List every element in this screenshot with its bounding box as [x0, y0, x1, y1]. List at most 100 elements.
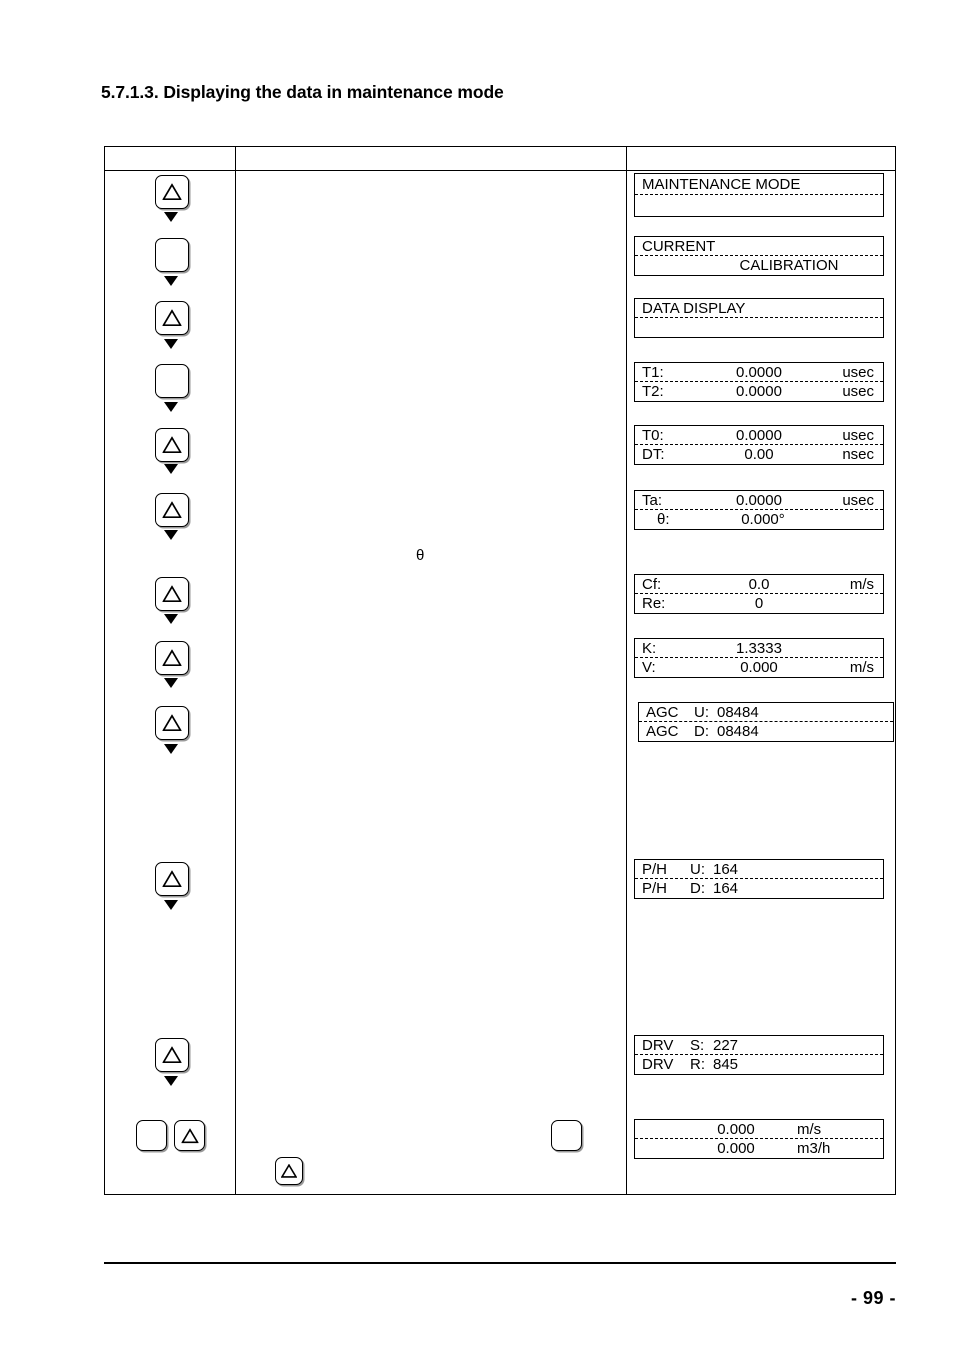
drv-display-top-label: DRV [642, 1036, 674, 1054]
triangle-up-icon [162, 585, 182, 603]
page-number: - 99 - [850, 1288, 896, 1308]
flow-rate-display-bottom-value: 0.000 [717, 1140, 755, 1157]
up-key-6[interactable] [155, 493, 189, 527]
ph-display-top-label: P/H [642, 860, 668, 878]
t1-t2-display-top-row: T1: 0.0000 usec [635, 363, 883, 382]
up-key-7[interactable] [155, 577, 189, 611]
up-key-10[interactable] [155, 862, 189, 896]
drv-display-bottom-label: DRV [642, 1056, 674, 1073]
flow-rate-display: 0.000 m/s 0.000 m3/h [634, 1119, 884, 1159]
enter-key-final-left[interactable] [136, 1120, 167, 1151]
triangle-up-icon [162, 714, 182, 732]
ph-display-bottom-row: P/H D: 164 [635, 879, 883, 898]
agc-display: AGC U: 08484 AGC D: 08484 [638, 702, 894, 742]
current-calibration-display-top-row: CURRENT [635, 237, 883, 256]
agc-display-top-sublabel: U: [694, 703, 709, 721]
flow-arrow-down-icon [164, 276, 178, 286]
t1-t2-display-bottom-row: T2: 0.0000 usec [635, 382, 883, 401]
cf-re-display-top-value: 0.0 [748, 575, 770, 593]
k-v-display-bottom-row: V: 0.000 m/s [635, 658, 883, 677]
flow-arrow-down-icon [164, 464, 178, 474]
triangle-up-icon [162, 436, 182, 454]
ta-theta-display-top-unit: usec [842, 491, 874, 509]
up-key-9[interactable] [155, 706, 189, 740]
agc-display-bottom-label: AGC [646, 723, 679, 740]
flow-rate-display-top-row: 0.000 m/s [635, 1120, 883, 1139]
flow-arrow-down-icon [164, 530, 178, 540]
enter-key-final-middle[interactable] [551, 1120, 582, 1151]
up-key-8[interactable] [155, 641, 189, 675]
t0-dt-display-top-row: T0: 0.0000 usec [635, 426, 883, 445]
agc-display-top-row: AGC U: 08484 [639, 703, 893, 722]
flow-rate-display-top-unit: m/s [797, 1120, 822, 1138]
up-key-final-left[interactable] [174, 1120, 205, 1151]
current-calibration-display-bottom-row: CALIBRATION [635, 256, 883, 275]
agc-display-top-label: AGC [646, 703, 679, 721]
t0-dt-display-bottom-unit: nsec [842, 446, 874, 463]
k-v-display-top-row: K: 1.3333 [635, 639, 883, 658]
triangle-up-icon [162, 501, 182, 519]
ta-theta-display-bottom-row: θ: 0.000° [635, 510, 883, 529]
enter-key-2[interactable] [155, 238, 189, 272]
flow-arrow-down-icon [164, 1076, 178, 1086]
section-heading: 5.7.1.3. Displaying the data in maintena… [101, 82, 504, 102]
column-divider-2 [626, 147, 627, 1194]
triangle-up-icon [162, 183, 182, 201]
table-header-row [105, 147, 895, 171]
flow-arrow-down-icon [164, 614, 178, 624]
t1-t2-display-top-unit: usec [842, 363, 874, 381]
drv-display-top-sublabel: S: [690, 1036, 705, 1054]
agc-display-bottom-row: AGC D: 08484 [639, 722, 893, 741]
t0-dt-display: T0: 0.0000 usec DT: 0.00 nsec [634, 425, 884, 465]
flow-arrow-down-icon [164, 402, 178, 412]
up-key-bottom-middle[interactable] [275, 1157, 303, 1185]
up-key-1[interactable] [155, 175, 189, 209]
ph-display-bottom-sublabel: D: [690, 880, 705, 897]
flow-arrow-down-icon [164, 678, 178, 688]
triangle-up-icon [181, 1128, 198, 1143]
cf-re-display: Cf: 0.0 m/s Re: 0 [634, 574, 884, 614]
flow-arrow-down-icon [164, 339, 178, 349]
drv-display-top-value: 227 [713, 1036, 739, 1054]
cf-re-display-bottom-row: Re: 0 [635, 594, 883, 613]
ph-display: P/H U: 164 P/H D: 164 [634, 859, 884, 899]
data-display-display-top-row: DATA DISPLAY [635, 299, 883, 318]
triangle-up-icon [281, 1164, 297, 1178]
drv-display-bottom-row: DRV R: 845 [635, 1055, 883, 1074]
column-divider-1 [235, 147, 236, 1194]
up-key-11[interactable] [155, 1038, 189, 1072]
triangle-up-icon [162, 649, 182, 667]
flow-rate-display-bottom-unit: m3/h [797, 1140, 831, 1157]
t0-dt-display-top-unit: usec [842, 426, 874, 444]
cf-re-display-bottom-value: 0 [754, 595, 764, 612]
cf-re-display-top-row: Cf: 0.0 m/s [635, 575, 883, 594]
ph-display-top-value: 164 [713, 860, 739, 878]
current-calibration-display: CURRENT CALIBRATION [634, 236, 884, 276]
current-calibration-display-bottom-text: CALIBRATION [739, 257, 839, 274]
flow-rate-display-bottom-row: 0.000 m3/h [635, 1139, 883, 1158]
enter-key-4[interactable] [155, 364, 189, 398]
t0-dt-display-bottom-row: DT: 0.00 nsec [635, 445, 883, 464]
maintenance-mode-display: MAINTENANCE MODE [634, 173, 884, 217]
footer-divider [104, 1262, 896, 1264]
maintenance-mode-display-bottom-row [635, 195, 883, 216]
flow-arrow-down-icon [164, 744, 178, 754]
data-display-display-bottom-row [635, 318, 883, 337]
ph-display-bottom-value: 164 [713, 880, 739, 897]
ph-display-top-row: P/H U: 164 [635, 860, 883, 879]
up-key-5[interactable] [155, 428, 189, 462]
agc-display-bottom-sublabel: D: [694, 723, 709, 740]
k-v-display-top-value: 1.3333 [736, 639, 782, 657]
drv-display-top-row: DRV S: 227 [635, 1036, 883, 1055]
ta-theta-display-bottom-value: 0.000° [741, 511, 785, 528]
maintenance-mode-display-top-text: MAINTENANCE MODE [642, 175, 801, 193]
theta-annotation: θ [416, 547, 425, 564]
flow-arrow-down-icon [164, 900, 178, 910]
up-key-3[interactable] [155, 301, 189, 335]
ph-display-top-sublabel: U: [690, 860, 705, 878]
ph-display-bottom-label: P/H [642, 880, 668, 897]
k-v-display-bottom-unit: m/s [849, 659, 874, 676]
agc-display-top-value: 08484 [717, 703, 759, 721]
k-v-display: K: 1.3333 V: 0.000 m/s [634, 638, 884, 678]
data-display-display: DATA DISPLAY [634, 298, 884, 338]
